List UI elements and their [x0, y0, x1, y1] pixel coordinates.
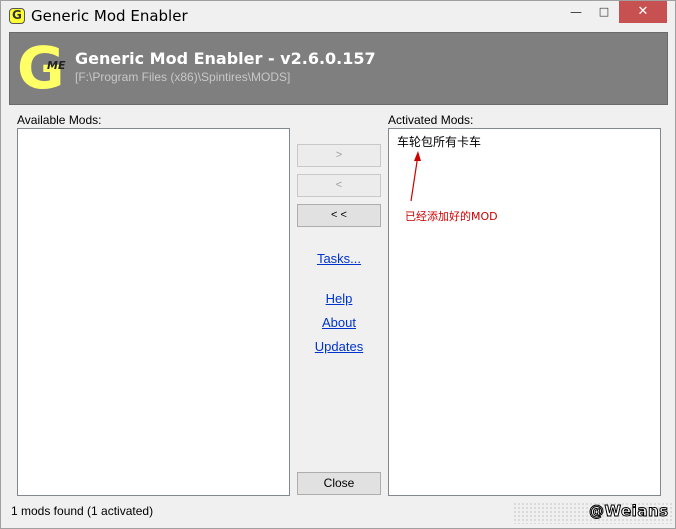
title-bar[interactable]: Generic Mod Enabler — □ ✕	[1, 1, 675, 31]
about-link[interactable]: About	[297, 315, 381, 330]
add-mod-button[interactable]: >	[297, 144, 381, 167]
status-text: 1 mods found (1 activated)	[11, 504, 154, 518]
header-banner: G ME Generic Mod Enabler - v2.6.0.157 [F…	[9, 32, 668, 105]
app-name-heading: Generic Mod Enabler - v2.6.0.157	[75, 49, 376, 68]
available-mods-list[interactable]	[17, 128, 290, 496]
activated-mods-label: Activated Mods:	[388, 113, 474, 127]
minimize-button[interactable]: —	[563, 1, 589, 23]
annotation-arrow-icon	[410, 151, 421, 202]
updates-link[interactable]: Updates	[297, 339, 381, 354]
remove-all-mods-button[interactable]: < <	[297, 204, 381, 227]
remove-mod-button[interactable]: <	[297, 174, 381, 197]
available-mods-label: Available Mods:	[17, 113, 102, 127]
close-window-button[interactable]: ✕	[619, 1, 667, 23]
annotation-text: 已经添加好的MOD	[405, 210, 498, 223]
status-bar: 1 mods found (1 activated) @Weians	[1, 499, 675, 528]
help-link[interactable]: Help	[297, 291, 381, 306]
logo-sub: ME	[47, 59, 66, 72]
app-window: Generic Mod Enabler — □ ✕ G ME Generic M…	[0, 0, 676, 529]
gme-logo-icon: G ME	[17, 36, 73, 100]
close-button[interactable]: Close	[297, 472, 381, 495]
watermark: @Weians	[589, 502, 669, 521]
maximize-button[interactable]: □	[591, 1, 617, 23]
tasks-link[interactable]: Tasks...	[297, 251, 381, 266]
window-title: Generic Mod Enabler	[31, 7, 188, 25]
app-icon	[9, 8, 25, 24]
list-item[interactable]: 车轮包所有卡车	[397, 133, 481, 150]
mods-path: [F:\Program Files (x86)\Spintires\MODS]	[75, 70, 291, 84]
